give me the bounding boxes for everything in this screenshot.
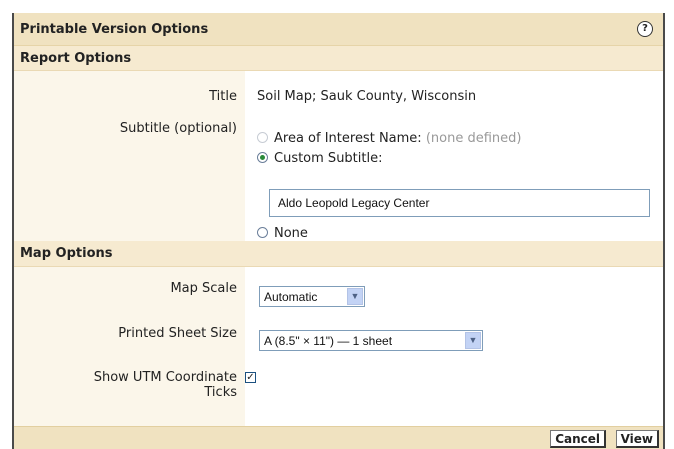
- panel-header: Printable Version Options ?: [14, 13, 663, 46]
- utm-label-line2: Ticks: [204, 385, 237, 400]
- aoi-label: Area of Interest Name:: [274, 131, 422, 146]
- report-options-heading: Report Options: [20, 51, 132, 66]
- map-scale-select[interactable]: Automatic ▼: [259, 286, 365, 307]
- view-button[interactable]: View: [615, 430, 659, 448]
- custom-subtitle-input[interactable]: Aldo Leopold Legacy Center: [269, 189, 650, 217]
- map-scale-label: Map Scale: [170, 281, 237, 296]
- panel-title: Printable Version Options: [20, 22, 209, 37]
- custom-subtitle-label: Custom Subtitle:: [274, 151, 383, 166]
- help-icon[interactable]: ?: [637, 21, 653, 37]
- printable-options-panel: Printable Version Options ? Report Optio…: [12, 13, 665, 449]
- utm-label-line1: Show UTM Coordinate: [93, 370, 237, 385]
- radio-aoi[interactable]: [257, 132, 268, 143]
- cancel-button[interactable]: Cancel: [550, 430, 606, 448]
- radio-custom-subtitle[interactable]: [257, 152, 268, 163]
- map-scale-value: Automatic: [264, 290, 318, 304]
- sheet-size-select[interactable]: A (8.5" × 11") — 1 sheet ▼: [259, 330, 483, 351]
- sheet-size-value: A (8.5" × 11") — 1 sheet: [264, 334, 393, 348]
- report-options-section-header: Report Options: [14, 46, 663, 71]
- subtitle-option-custom[interactable]: Custom Subtitle:: [257, 151, 382, 166]
- radio-none[interactable]: [257, 227, 268, 238]
- sheet-size-label: Printed Sheet Size: [118, 326, 237, 341]
- title-value: Soil Map; Sauk County, Wisconsin: [257, 89, 477, 104]
- subtitle-option-aoi[interactable]: Area of Interest Name: (none defined): [257, 131, 521, 146]
- panel-footer: Cancel View: [14, 426, 663, 449]
- utm-ticks-checkbox[interactable]: ✓: [245, 372, 256, 383]
- subtitle-label: Subtitle (optional): [119, 121, 237, 136]
- subtitle-option-none[interactable]: None: [257, 226, 308, 241]
- map-options-heading: Map Options: [20, 246, 113, 261]
- none-label: None: [274, 226, 308, 241]
- utm-label: Show UTM Coordinate Ticks: [14, 370, 241, 400]
- chevron-down-icon: ▼: [465, 332, 481, 349]
- map-options-section-header: Map Options: [14, 241, 663, 267]
- chevron-down-icon: ▼: [347, 288, 363, 305]
- aoi-none-defined: (none defined): [425, 131, 522, 146]
- title-label: Title: [209, 89, 237, 104]
